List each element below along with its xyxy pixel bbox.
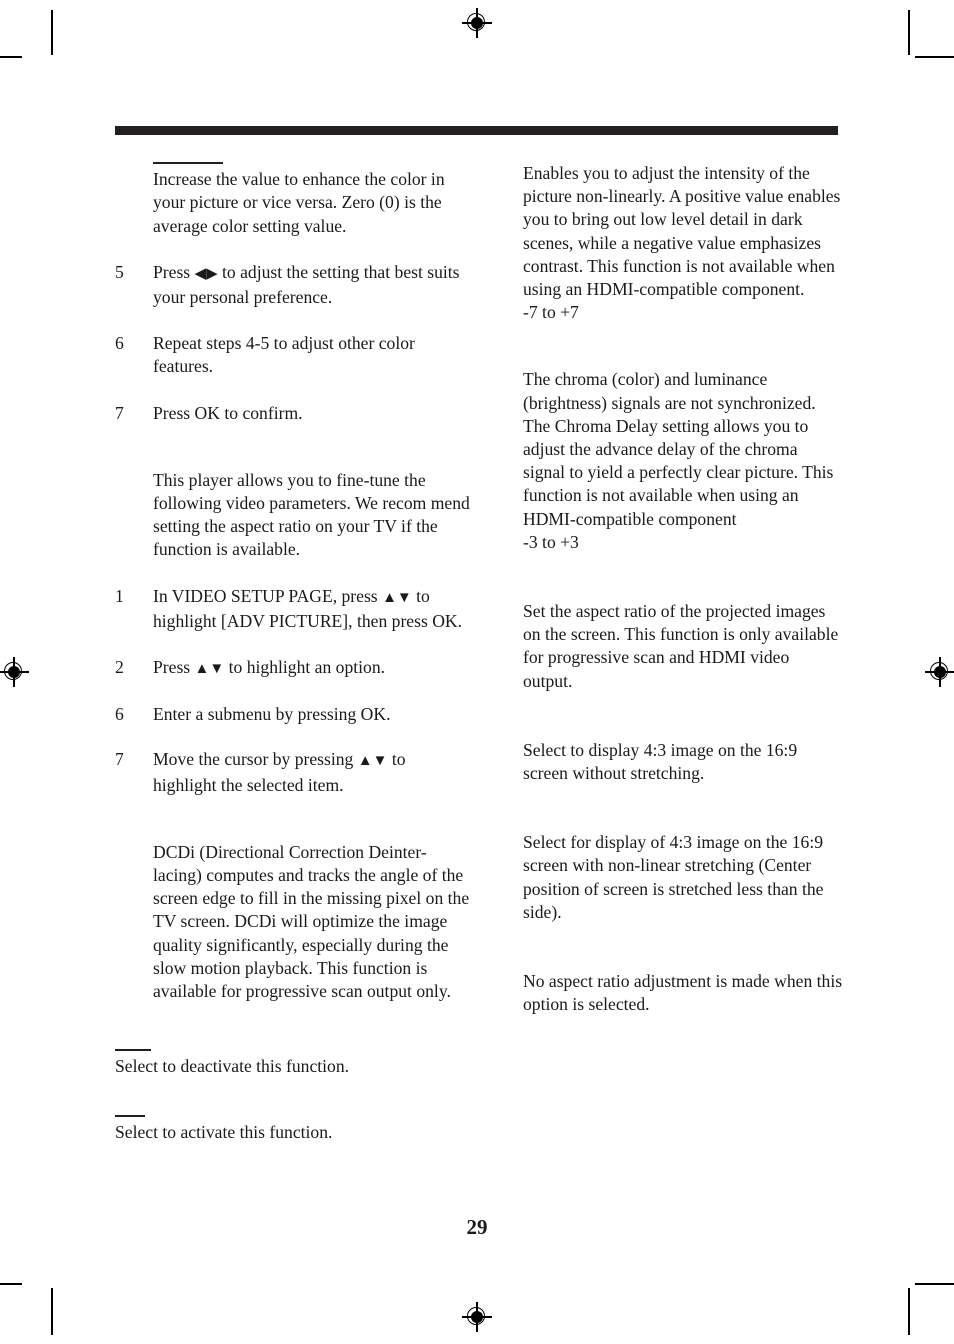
paragraph-no-adjustment: No aspect ratio adjustment is made when … (523, 971, 843, 1015)
step-text-before: Press (153, 657, 195, 678)
section-heading-rule-color (115, 162, 470, 165)
step-text: In VIDEO SETUP PAGE, press ▲▼ to highlig… (153, 585, 470, 633)
left-text-column: Increase the value to enhance the color … (115, 162, 470, 1144)
registration-crosshair-icon-bottom (462, 1302, 492, 1332)
redacted-heading-rule-off (115, 1049, 151, 1052)
step-text-before: In VIDEO SETUP PAGE, press (153, 585, 383, 606)
paragraph-fine-tune-intro: This player allows you to fine-tune the … (153, 469, 470, 560)
registration-crosshair-icon-right (925, 657, 954, 687)
page-number: 29 (466, 1215, 488, 1239)
registration-dot (934, 666, 946, 678)
page-header-rule (115, 126, 838, 135)
step-item-7-move-cursor: 7 Move the cursor by pressing ▲▼ to high… (115, 748, 470, 796)
up-down-arrow-icon: ▲▼ (357, 753, 388, 770)
paragraph-gamma: Enables you to adjust the intensity of t… (523, 163, 841, 300)
left-right-arrow-icon: ◀▶ (194, 265, 218, 282)
step-text-before: Press (153, 261, 195, 282)
step-text-before: Move the cursor by pressing (153, 749, 358, 770)
paragraph-four-three-nonlinear: Select for display of 4:3 image on the 1… (523, 832, 824, 922)
registration-dot (471, 1311, 483, 1323)
paragraph-aspect-ratio: Set the aspect ratio of the projected im… (523, 601, 839, 691)
registration-crosshair-icon-top (462, 8, 492, 38)
step-text: Press ▲▼ to highlight an option. (153, 656, 470, 681)
step-item-6-submenu: 6 Enter a submenu by pressing OK. (115, 703, 470, 726)
step-item-6-repeat: 6 Repeat steps 4-5 to adjust other color… (115, 332, 470, 378)
right-text-column: Enables you to adjust the intensity of t… (523, 162, 843, 1016)
crop-mark-icon-top-right-vertical (908, 10, 910, 55)
step-text: Press OK to confirm. (153, 402, 303, 423)
paragraph-deactivate: Select to deactivate this function. (115, 1056, 350, 1077)
registration-dot (8, 666, 20, 678)
range-chroma-delay: -3 to +3 (523, 531, 579, 552)
step-item-5: 5 Press ◀▶ to adjust the setting that be… (115, 261, 470, 309)
range-gamma: -7 to +7 (523, 302, 579, 323)
step-item-7-confirm: 7 Press OK to confirm. (115, 402, 470, 425)
step-text-after: to highlight an option. (224, 657, 386, 678)
crop-mark-icon-bottom-right-horizontal (915, 1283, 954, 1285)
step-number: 7 (115, 402, 124, 423)
redacted-heading-rule (153, 162, 223, 165)
step-text: Move the cursor by pressing ▲▼ to highli… (153, 748, 470, 796)
step-number: 1 (115, 585, 124, 606)
crop-mark-icon-bottom-left-vertical (51, 1288, 53, 1335)
registration-dot (471, 17, 483, 29)
crop-mark-icon-top-right-horizontal (915, 56, 954, 58)
paragraph-four-three-pillarbox: Select to display 4:3 image on the 16:9 … (523, 739, 798, 784)
step-number: 5 (115, 261, 124, 282)
paragraph-activate: Select to activate this function. (115, 1121, 333, 1142)
paragraph-chroma-delay: The chroma (color) and luminance (bright… (523, 369, 834, 529)
step-text: Enter a submenu by pressing OK. (153, 704, 391, 725)
crop-mark-icon-bottom-left-horizontal (0, 1283, 22, 1285)
step-number: 6 (115, 704, 124, 725)
up-down-arrow-icon: ▲▼ (382, 589, 412, 606)
step-text: Repeat steps 4-5 to adjust other color f… (153, 333, 415, 377)
crop-mark-icon-bottom-right-vertical (908, 1288, 910, 1335)
crop-mark-icon-top-left-horizontal (0, 56, 22, 58)
step-number: 2 (115, 657, 124, 678)
step-item-1-video-setup: 1 In VIDEO SETUP PAGE, press ▲▼ to highl… (115, 585, 470, 633)
step-number: 7 (115, 749, 124, 770)
paragraph-dcdi: DCDi (Directional Correction Deinter-lac… (153, 841, 470, 1002)
registration-crosshair-icon-left (0, 657, 29, 687)
paragraph-color-setting: Increase the value to enhance the color … (153, 169, 445, 236)
step-number: 6 (115, 333, 124, 354)
step-text: Press ◀▶ to adjust the setting that best… (153, 261, 470, 309)
up-down-arrow-icon: ▲▼ (194, 661, 225, 678)
crop-mark-icon-top-left-vertical (51, 10, 53, 55)
step-item-2-highlight-option: 2 Press ▲▼ to highlight an option. (115, 656, 470, 681)
redacted-heading-rule-on (115, 1114, 145, 1117)
